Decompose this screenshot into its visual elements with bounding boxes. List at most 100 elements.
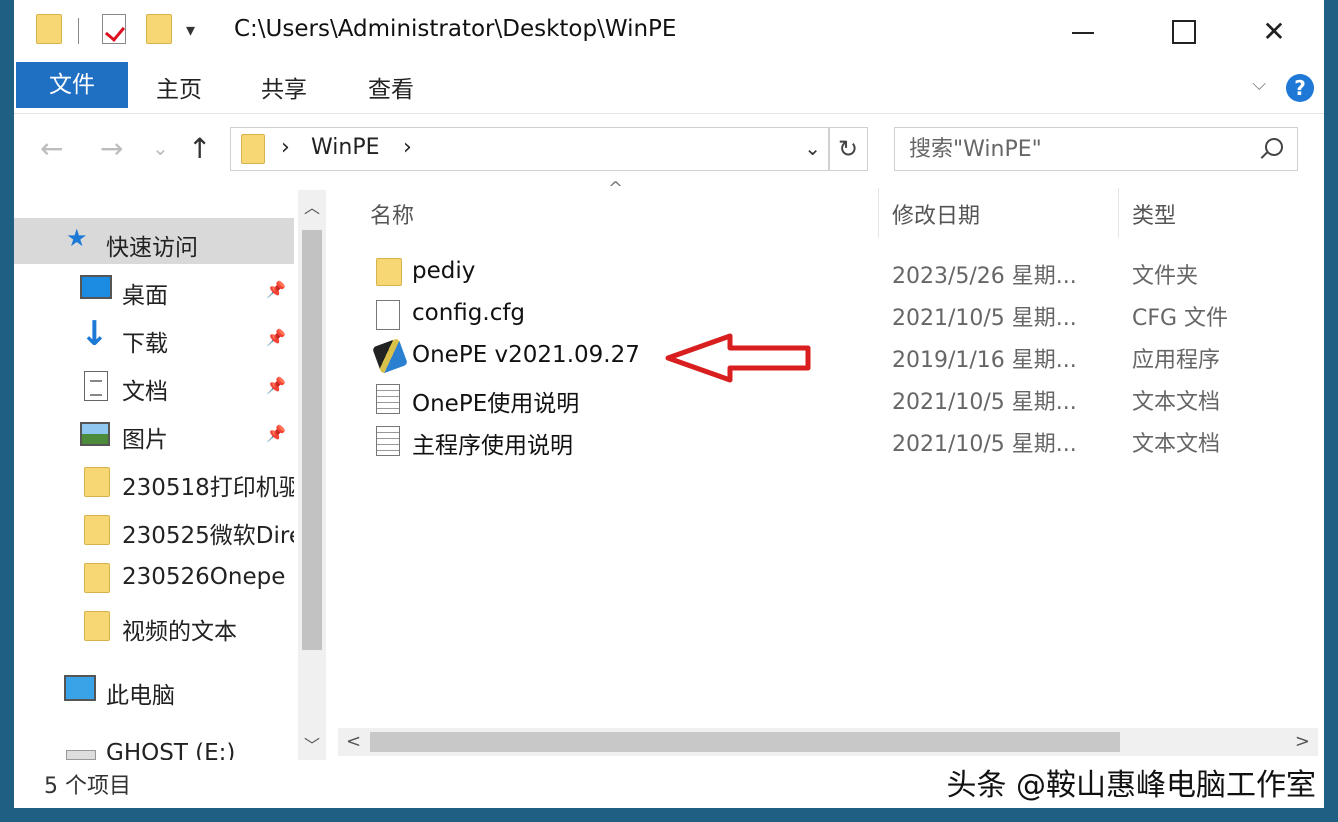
scroll-right-icon[interactable]: > [1295, 731, 1310, 752]
scroll-left-icon[interactable]: < [346, 731, 361, 752]
ribbon: 文件 主页 共享 查看 ⌵ ? [14, 62, 1324, 114]
nav-label: GHOST (E:) [106, 740, 236, 760]
nav-label: 230518打印机驱 [122, 475, 294, 501]
nav-drive-e[interactable]: GHOST (E:) [14, 730, 294, 760]
refresh-button[interactable]: ↻ [828, 127, 868, 171]
nav-item-desktop[interactable]: 桌面 📌 [14, 266, 294, 312]
forward-button[interactable]: → [100, 132, 123, 165]
nav-item-downloads[interactable]: ↓ 下载 📌 [14, 314, 294, 360]
column-divider[interactable] [878, 188, 879, 238]
computer-icon [64, 675, 96, 701]
nav-label: 230526Onepe [122, 564, 286, 590]
text-file-icon [376, 426, 400, 456]
file-date: 2021/10/5 星期... [892, 432, 1077, 457]
column-header-date[interactable]: 修改日期 [892, 198, 980, 230]
pin-icon[interactable]: 📌 [266, 424, 286, 443]
watermark: 头条 @鞍山惠峰电脑工作室 [946, 768, 1316, 803]
file-icon [376, 300, 400, 330]
star-icon: ★ [66, 224, 88, 252]
explorer-window: ▾ C:\Users\Administrator\Desktop\WinPE ✕… [14, 0, 1324, 808]
application-icon [372, 338, 408, 374]
expand-ribbon-icon[interactable]: ⌵ [1252, 74, 1266, 95]
file-type: 应用程序 [1132, 348, 1221, 373]
recent-locations-icon[interactable]: ⌄ [152, 136, 169, 160]
nav-label: 桌面 [122, 283, 168, 309]
drive-icon [66, 750, 96, 760]
new-folder-icon[interactable] [146, 14, 172, 44]
folder-icon [241, 134, 265, 164]
file-name: OnePE使用说明 [412, 391, 580, 417]
nav-scrollbar[interactable]: ︿ ﹀ [298, 190, 326, 760]
up-button[interactable]: ↑ [188, 132, 211, 165]
folder-icon[interactable] [36, 14, 62, 44]
status-item-count: 5 个项目 [44, 774, 131, 799]
scroll-up-icon[interactable]: ︿ [304, 194, 320, 218]
column-header-name[interactable]: 名称 [370, 198, 414, 230]
properties-icon[interactable] [102, 14, 126, 44]
nav-label: 下载 [122, 331, 168, 357]
breadcrumb-separator[interactable]: › [281, 135, 290, 160]
window-title: C:\Users\Administrator\Desktop\WinPE [234, 16, 677, 42]
pin-icon[interactable]: 📌 [266, 376, 286, 395]
file-type: 文本文档 [1132, 432, 1221, 457]
maximize-button[interactable] [1152, 10, 1212, 54]
file-row[interactable]: config.cfg 2021/10/5 星期... CFG 文件 [370, 294, 1310, 336]
tab-home[interactable]: 主页 [156, 70, 202, 104]
back-button[interactable]: ← [40, 132, 63, 165]
nav-this-pc[interactable]: 此电脑 [14, 666, 294, 712]
nav-quick-access[interactable]: ★ 快速访问 [14, 218, 294, 264]
nav-item-folder[interactable]: 230518打印机驱 [14, 458, 294, 504]
nav-item-pictures[interactable]: 图片 📌 [14, 410, 294, 456]
annotation-arrow-icon [665, 333, 811, 383]
search-input[interactable] [909, 134, 1249, 164]
folder-icon [376, 258, 402, 286]
picture-icon [80, 422, 110, 446]
tab-file[interactable]: 文件 [16, 62, 128, 108]
file-row[interactable]: OnePE v2021.09.27 2019/1/16 星期... 应用程序 [370, 336, 1310, 378]
nav-item-folder[interactable]: 230525微软Dire [14, 506, 294, 552]
tab-share[interactable]: 共享 [261, 70, 307, 104]
nav-label: 快速访问 [106, 235, 198, 261]
file-type: 文件夹 [1132, 264, 1199, 289]
file-name: config.cfg [412, 300, 526, 326]
address-bar[interactable]: › WinPE › ⌄ [230, 127, 830, 171]
scrollbar-thumb[interactable] [370, 732, 1120, 752]
file-name: OnePE v2021.09.27 [412, 342, 640, 368]
desktop-icon [80, 275, 112, 299]
search-box[interactable] [894, 127, 1298, 171]
search-icon[interactable] [1265, 138, 1283, 156]
pin-icon[interactable]: 📌 [266, 280, 286, 299]
close-button[interactable]: ✕ [1244, 10, 1304, 54]
file-date: 2021/10/5 星期... [892, 306, 1077, 331]
nav-label: 视频的文本 [122, 619, 237, 645]
quick-access-dropdown-icon[interactable]: ▾ [186, 20, 195, 41]
help-icon[interactable]: ? [1286, 74, 1314, 102]
column-divider[interactable] [1118, 188, 1119, 238]
file-row[interactable]: OnePE使用说明 2021/10/5 星期... 文本文档 [370, 378, 1310, 420]
address-dropdown-icon[interactable]: ⌄ [804, 136, 821, 160]
tab-view[interactable]: 查看 [368, 70, 414, 104]
folder-icon [84, 515, 110, 545]
scrollbar-thumb[interactable] [302, 230, 322, 650]
file-row[interactable]: 主程序使用说明 2021/10/5 星期... 文本文档 [370, 420, 1310, 462]
column-header-type[interactable]: 类型 [1132, 198, 1176, 230]
folder-icon [84, 611, 110, 641]
sort-ascending-icon: ^ [608, 178, 624, 199]
scroll-down-icon[interactable]: ﹀ [304, 732, 320, 756]
nav-item-folder[interactable]: 视频的文本 [14, 602, 294, 648]
horizontal-scrollbar[interactable]: < > [338, 728, 1318, 756]
file-row[interactable]: pediy 2023/5/26 星期... 文件夹 [370, 252, 1310, 294]
download-icon: ↓ [80, 314, 109, 354]
file-date: 2021/10/5 星期... [892, 390, 1077, 415]
nav-item-documents[interactable]: 文档 📌 [14, 362, 294, 408]
file-date: 2019/1/16 星期... [892, 348, 1077, 373]
minimize-button[interactable] [1054, 10, 1114, 54]
folder-icon [84, 563, 110, 593]
nav-label: 230525微软Dire [122, 523, 294, 549]
text-file-icon [376, 384, 400, 414]
breadcrumb-separator[interactable]: › [403, 135, 412, 160]
file-name: 主程序使用说明 [412, 433, 573, 459]
breadcrumb-winpe[interactable]: WinPE [311, 135, 380, 160]
nav-item-folder[interactable]: 230526Onepe [14, 554, 294, 600]
pin-icon[interactable]: 📌 [266, 328, 286, 347]
